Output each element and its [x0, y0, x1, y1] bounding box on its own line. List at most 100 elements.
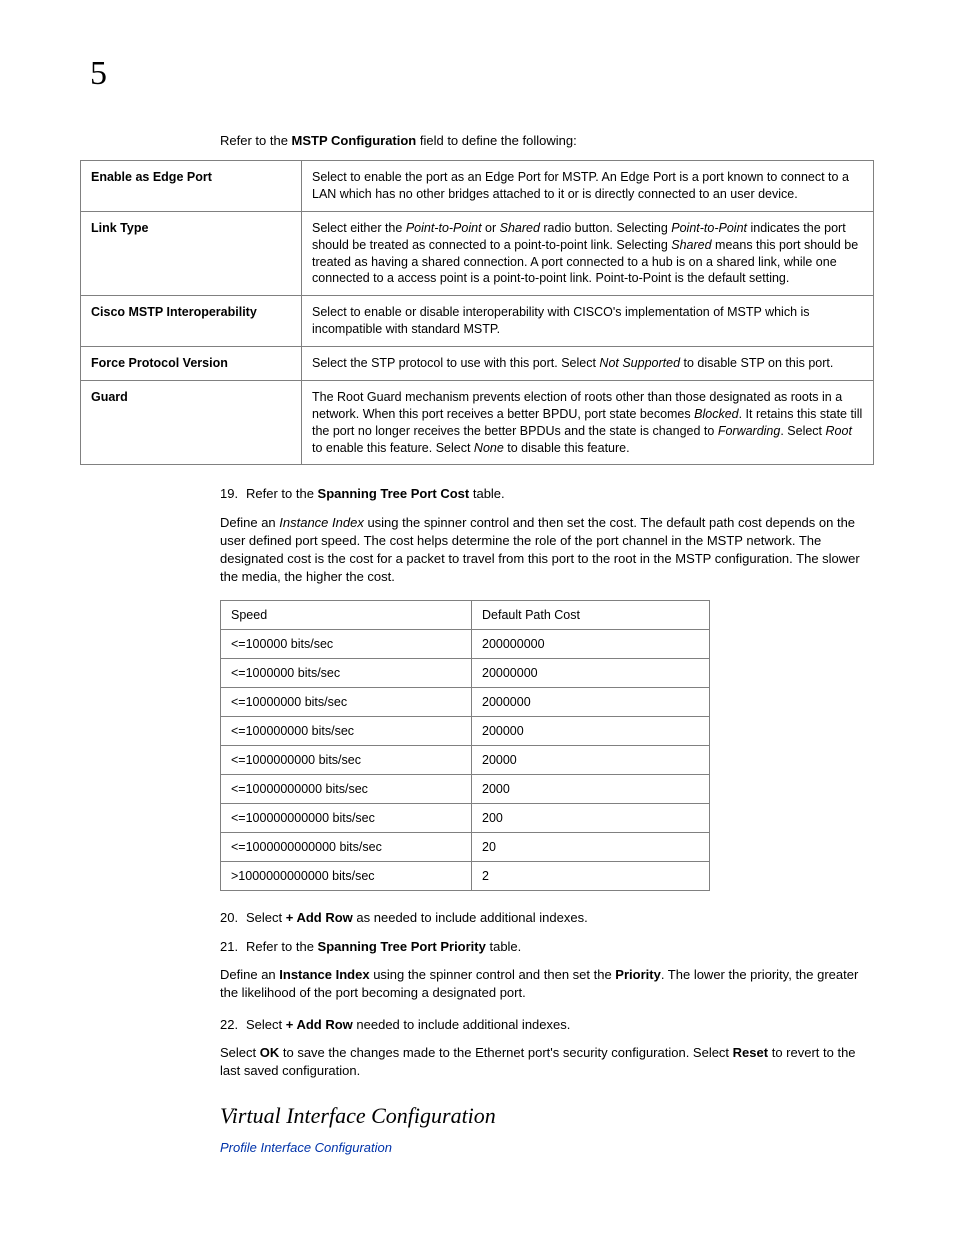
header-cell: Default Path Cost	[472, 601, 710, 630]
intro-bold: MSTP Configuration	[292, 133, 417, 148]
table-row: <=100000000 bits/sec200000	[221, 717, 710, 746]
close-p1: Select	[220, 1045, 260, 1060]
step-21: 21.Refer to the Spanning Tree Port Prior…	[220, 938, 874, 956]
table-row: <=100000 bits/sec200000000	[221, 630, 710, 659]
data-cell: <=100000000000 bits/sec	[221, 804, 472, 833]
instance-index-paragraph: Define an Instance Index using the spinn…	[220, 514, 874, 587]
text-run: Shared	[500, 221, 540, 235]
step-text-suffix: table.	[469, 486, 504, 501]
table-row: <=1000000000 bits/sec20000	[221, 746, 710, 775]
data-cell: 20	[472, 833, 710, 862]
table-row: SpeedDefault Path Cost	[221, 601, 710, 630]
p19-i1: Instance Index	[279, 515, 364, 530]
step-text-prefix: Refer to the	[246, 939, 318, 954]
step-19: 19.Refer to the Spanning Tree Port Cost …	[220, 485, 874, 503]
data-cell: <=1000000 bits/sec	[221, 659, 472, 688]
step-number: 21.	[220, 938, 246, 956]
content-area: Refer to the MSTP Configuration field to…	[220, 133, 874, 1157]
intro-line: Refer to the MSTP Configuration field to…	[220, 133, 874, 148]
p21-b2: Priority	[615, 967, 661, 982]
profile-interface-link[interactable]: Profile Interface Configuration	[220, 1140, 392, 1155]
text-run: to enable this feature. Select	[312, 441, 474, 455]
table-row: <=10000000 bits/sec2000000	[221, 688, 710, 717]
table-row: <=100000000000 bits/sec200	[221, 804, 710, 833]
text-run: Root	[826, 424, 852, 438]
text-run: Select either the	[312, 221, 406, 235]
text-run: to disable STP on this port.	[680, 356, 833, 370]
page: 5 Refer to the MSTP Configuration field …	[0, 0, 954, 1235]
description-cell: Select to enable or disable interoperabi…	[302, 296, 874, 347]
data-cell: <=1000000000 bits/sec	[221, 746, 472, 775]
text-run: or	[482, 221, 500, 235]
data-cell: 200000	[472, 717, 710, 746]
data-cell: 2000	[472, 775, 710, 804]
text-run: to disable this feature.	[504, 441, 630, 455]
step-text-bold: + Add Row	[286, 1017, 353, 1032]
text-run: Forwarding	[718, 424, 781, 438]
text-run: Blocked	[694, 407, 738, 421]
data-cell: 200000000	[472, 630, 710, 659]
table-row: Enable as Edge PortSelect to enable the …	[81, 161, 874, 212]
intro-prefix: Refer to the	[220, 133, 292, 148]
text-run: Select to enable or disable interoperabi…	[312, 305, 810, 336]
data-cell: 200	[472, 804, 710, 833]
step-list: 19.Refer to the Spanning Tree Port Cost …	[220, 485, 874, 503]
data-cell: 2	[472, 862, 710, 891]
step-list-2: 20.Select + Add Row as needed to include…	[220, 909, 874, 955]
term-cell: Guard	[81, 380, 302, 465]
step-text-prefix: Refer to the	[246, 486, 318, 501]
step-20: 20.Select + Add Row as needed to include…	[220, 909, 874, 927]
p21-p2: using the spinner control and then set t…	[370, 967, 616, 982]
term-cell: Force Protocol Version	[81, 347, 302, 381]
priority-paragraph: Define an Instance Index using the spinn…	[220, 966, 874, 1002]
table-row: >1000000000000 bits/sec2	[221, 862, 710, 891]
close-b1: OK	[260, 1045, 280, 1060]
data-cell: 2000000	[472, 688, 710, 717]
p21-b1: Instance Index	[279, 967, 369, 982]
data-cell: <=10000000 bits/sec	[221, 688, 472, 717]
step-text-bold: Spanning Tree Port Cost	[318, 486, 470, 501]
data-cell: 20000000	[472, 659, 710, 688]
step-list-3: 22.Select + Add Row needed to include ad…	[220, 1016, 874, 1034]
text-run: None	[474, 441, 504, 455]
description-cell: Select to enable the port as an Edge Por…	[302, 161, 874, 212]
data-cell: <=1000000000000 bits/sec	[221, 833, 472, 862]
close-b2: Reset	[733, 1045, 768, 1060]
step-text-suffix: table.	[486, 939, 521, 954]
table-row: Link TypeSelect either the Point-to-Poin…	[81, 211, 874, 296]
text-run: Not Supported	[599, 356, 680, 370]
data-cell: <=100000000 bits/sec	[221, 717, 472, 746]
close-p2: to save the changes made to the Ethernet…	[279, 1045, 732, 1060]
text-run: Point-to-Point	[671, 221, 747, 235]
term-cell: Link Type	[81, 211, 302, 296]
chapter-number: 5	[90, 55, 874, 93]
closing-paragraph: Select OK to save the changes made to th…	[220, 1044, 874, 1080]
data-cell: >1000000000000 bits/sec	[221, 862, 472, 891]
term-cell: Enable as Edge Port	[81, 161, 302, 212]
description-cell: The Root Guard mechanism prevents electi…	[302, 380, 874, 465]
table-row: GuardThe Root Guard mechanism prevents e…	[81, 380, 874, 465]
step-text-bold: + Add Row	[286, 910, 353, 925]
p21-p1: Define an	[220, 967, 279, 982]
data-cell: <=10000000000 bits/sec	[221, 775, 472, 804]
step-text-bold: Spanning Tree Port Priority	[318, 939, 486, 954]
table-row: <=1000000000000 bits/sec20	[221, 833, 710, 862]
step-number: 22.	[220, 1016, 246, 1034]
text-run: Select the STP protocol to use with this…	[312, 356, 599, 370]
text-run: . Select	[780, 424, 825, 438]
step-text-prefix: Select	[246, 1017, 286, 1032]
table-row: <=10000000000 bits/sec2000	[221, 775, 710, 804]
text-run: Point-to-Point	[406, 221, 482, 235]
term-cell: Cisco MSTP Interoperability	[81, 296, 302, 347]
table-row: <=1000000 bits/sec20000000	[221, 659, 710, 688]
section-heading-virtual-interface: Virtual Interface Configuration	[220, 1103, 874, 1129]
table-row: Force Protocol Version Select the STP pro…	[81, 347, 874, 381]
header-cell: Speed	[221, 601, 472, 630]
intro-suffix: field to define the following:	[416, 133, 576, 148]
description-cell: Select either the Point-to-Point or Shar…	[302, 211, 874, 296]
step-text-prefix: Select	[246, 910, 286, 925]
table-row: Cisco MSTP Interoperability Select to ena…	[81, 296, 874, 347]
data-cell: 20000	[472, 746, 710, 775]
text-run: radio button. Selecting	[540, 221, 671, 235]
text-run: Shared	[671, 238, 711, 252]
